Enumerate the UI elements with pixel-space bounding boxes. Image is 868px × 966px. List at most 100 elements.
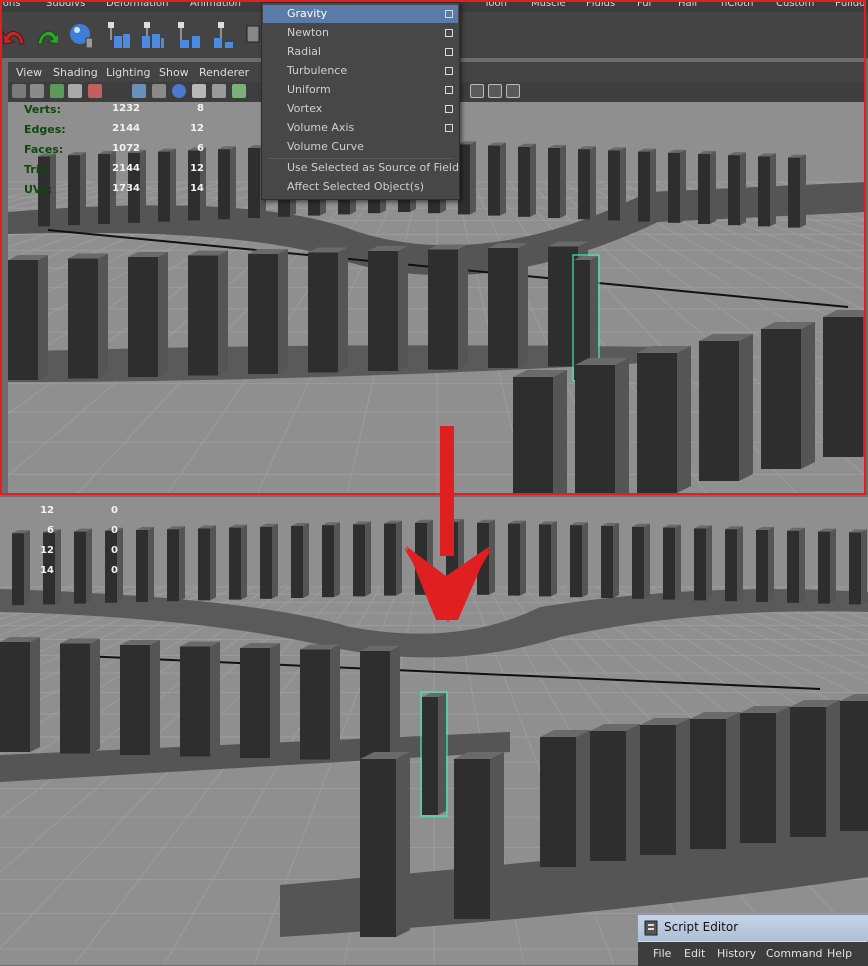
camera-icon[interactable] xyxy=(12,84,26,98)
menu-item[interactable]: Deformation xyxy=(106,0,168,9)
menu-item-gravity[interactable]: Gravity xyxy=(263,5,458,23)
option-box-icon[interactable] xyxy=(445,67,453,75)
menu-item[interactable]: Custom xyxy=(776,0,814,9)
domino-face xyxy=(229,527,241,600)
domino-side xyxy=(740,152,746,226)
redo-arrow-icon[interactable] xyxy=(34,22,58,50)
domino-side xyxy=(241,524,247,600)
script-editor-menu-history[interactable]: History xyxy=(717,947,756,960)
menu-item-volume-curve[interactable]: Volume Curve xyxy=(263,138,458,156)
hierarchy-icon[interactable] xyxy=(140,20,164,48)
option-box-icon[interactable] xyxy=(445,48,453,56)
domino-side xyxy=(530,143,536,217)
menu-item-turbulence[interactable]: Turbulence xyxy=(263,62,458,80)
hud-value: 1734 xyxy=(112,183,140,194)
panel-menu-show[interactable]: Show xyxy=(159,66,189,79)
menu-item[interactable]: Toon xyxy=(484,0,507,9)
domino-side xyxy=(140,149,146,223)
grid-icon[interactable] xyxy=(152,84,166,98)
domino-side xyxy=(438,693,446,815)
menu-item[interactable]: nCloth xyxy=(721,0,753,9)
bookmark-icon[interactable] xyxy=(50,84,64,98)
domino-face xyxy=(823,317,863,457)
menu-item-use-selected-source[interactable]: Use Selected as Source of Field xyxy=(263,159,459,177)
option-box-icon[interactable] xyxy=(445,29,453,37)
option-box-icon[interactable] xyxy=(445,86,453,94)
xray-icon[interactable] xyxy=(212,84,226,98)
hierarchy-icon[interactable] xyxy=(176,20,200,48)
domino-face xyxy=(728,155,740,226)
menu-item-vortex[interactable]: Vortex xyxy=(263,100,458,118)
domino-face xyxy=(198,528,210,601)
script-editor-menu-edit[interactable]: Edit xyxy=(684,947,705,960)
undo-arrow-icon[interactable] xyxy=(2,22,26,50)
option-box-icon[interactable] xyxy=(445,105,453,113)
sphere-delete-icon[interactable] xyxy=(68,20,92,48)
script-editor-menu-file[interactable]: File xyxy=(653,947,671,960)
menu-item[interactable]: Pulldo xyxy=(835,0,865,9)
script-editor-menu-help[interactable]: Help xyxy=(827,947,852,960)
image-plane-icon[interactable] xyxy=(68,84,82,98)
domino-side xyxy=(576,730,590,867)
menu-item[interactable]: ions xyxy=(0,0,20,9)
shaded-wire-icon[interactable] xyxy=(192,84,206,98)
menu-item[interactable]: Animation xyxy=(190,0,241,9)
domino-face xyxy=(640,725,676,855)
domino-face xyxy=(575,365,615,494)
domino-side xyxy=(650,148,656,222)
domino-side xyxy=(799,527,805,603)
script-editor-titlebar[interactable]: Script Editor xyxy=(638,915,868,941)
domino-face xyxy=(548,148,560,218)
menu-item-label: Volume Axis xyxy=(287,121,355,134)
menu-item-volume-axis[interactable]: Volume Axis xyxy=(263,119,458,137)
domino-face xyxy=(788,157,800,228)
texture-icon[interactable] xyxy=(232,84,246,98)
isolate-icon[interactable] xyxy=(488,84,502,98)
menu-item-radial[interactable]: Radial xyxy=(263,43,458,61)
share-icon[interactable] xyxy=(506,84,520,98)
hierarchy-icon[interactable] xyxy=(210,20,234,48)
domino-side xyxy=(520,520,526,596)
cube-icon[interactable] xyxy=(470,84,484,98)
menu-item[interactable]: Fluids xyxy=(586,0,615,9)
hud-value: 12 xyxy=(190,123,204,134)
panel-menu-shading[interactable]: Shading xyxy=(53,66,98,79)
domino-face xyxy=(638,151,650,222)
option-box-icon[interactable] xyxy=(445,124,453,132)
menu-item-uniform[interactable]: Uniform xyxy=(263,81,458,99)
menu-item-label: Turbulence xyxy=(287,64,348,77)
script-editor-window[interactable]: Script Editor File Edit History Command … xyxy=(637,914,868,966)
camera-attributes-icon[interactable] xyxy=(30,84,44,98)
domino-face xyxy=(360,759,396,937)
option-box-icon[interactable] xyxy=(445,10,453,18)
domino-face xyxy=(663,527,675,600)
domino-side xyxy=(560,145,566,218)
domino-face xyxy=(60,643,90,754)
panel-menu-lighting[interactable]: Lighting xyxy=(106,66,150,79)
wireframe-icon[interactable] xyxy=(132,84,146,98)
domino-side xyxy=(768,527,774,602)
hierarchy-icon[interactable] xyxy=(106,20,130,48)
script-editor-menu-command[interactable]: Command xyxy=(766,947,823,960)
domino-side xyxy=(553,370,567,494)
hud-value: 6 xyxy=(47,525,54,536)
domino-side xyxy=(338,247,348,373)
hud-value: 1072 xyxy=(112,143,140,154)
menu-item[interactable]: Fur xyxy=(637,0,653,9)
panel-menu-renderer[interactable]: Renderer xyxy=(199,66,249,79)
grease-pencil-icon[interactable] xyxy=(88,84,102,98)
menu-item-affect-selected[interactable]: Affect Selected Object(s) xyxy=(263,178,458,196)
panel-menu-view[interactable]: View xyxy=(16,66,42,79)
domino-side xyxy=(726,712,740,849)
domino-face xyxy=(637,353,677,493)
domino-side xyxy=(148,527,154,602)
menu-item-newton[interactable]: Newton xyxy=(263,24,458,42)
menu-item[interactable]: Subdivs xyxy=(46,0,85,9)
domino-face xyxy=(368,251,398,371)
menu-item[interactable]: Hair xyxy=(678,0,699,9)
smooth-shade-icon[interactable] xyxy=(172,84,186,98)
domino-face xyxy=(849,532,861,605)
domino-side xyxy=(278,249,288,374)
script-editor-title: Script Editor xyxy=(664,920,739,934)
menu-item[interactable]: Muscle xyxy=(531,0,566,9)
